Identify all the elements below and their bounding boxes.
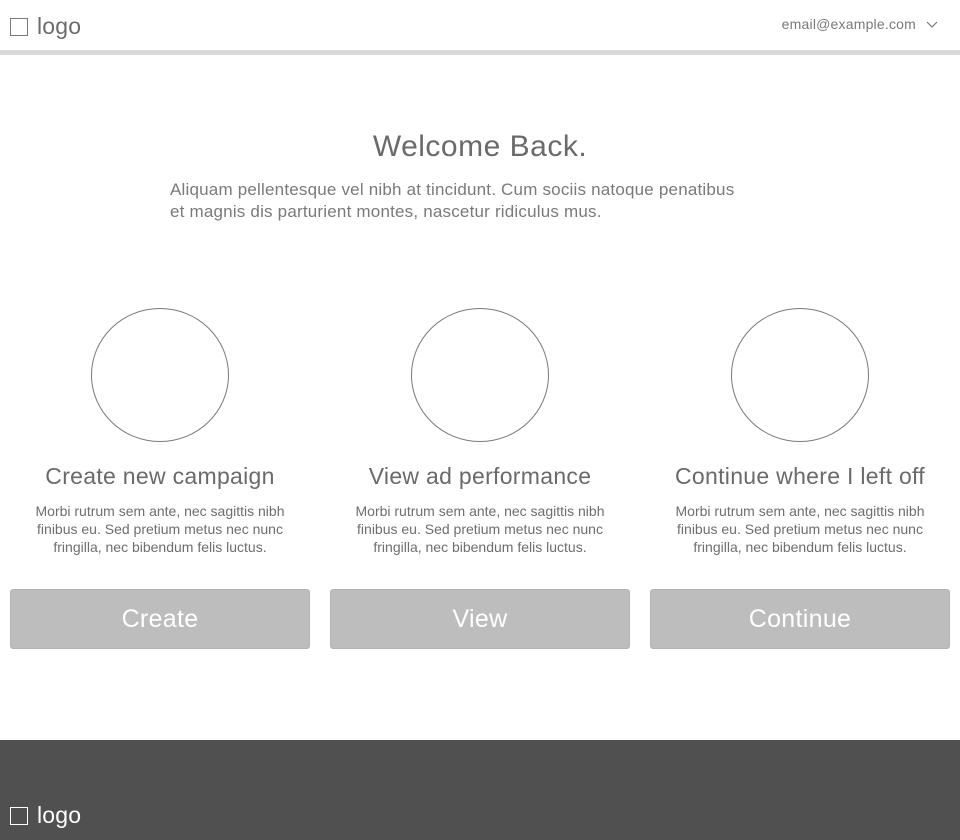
continue-button[interactable]: Continue — [650, 589, 950, 649]
card-description: Morbi rutrum sem ante, nec sagittis nibh… — [35, 503, 285, 555]
continue-card: Continue where I left off Morbi rutrum s… — [650, 308, 950, 556]
footer-logo-text: logo — [37, 802, 82, 828]
page-subtitle-line-1: Aliquam pellentesque vel nibh at tincidu… — [170, 180, 735, 199]
circle-placeholder-icon — [91, 308, 229, 442]
create-campaign-card: Create new campaign Morbi rutrum sem ant… — [10, 308, 310, 556]
card-description: Morbi rutrum sem ante, nec sagittis nibh… — [355, 503, 605, 555]
logo-square-icon — [10, 17, 28, 36]
page-title: Welcome Back. — [372, 130, 588, 163]
view-performance-card: View ad performance Morbi rutrum sem ant… — [330, 308, 630, 556]
footer: logo — [0, 740, 960, 840]
logo-square-icon — [10, 806, 28, 825]
create-button[interactable]: Create — [10, 589, 310, 649]
header-logo-text: logo — [37, 13, 82, 39]
account-menu[interactable]: email@example.com — [782, 16, 938, 32]
footer-logo[interactable]: logo — [10, 804, 81, 827]
page-subtitle: Aliquam pellentesque vel nibh at tincidu… — [170, 179, 790, 223]
account-email: email@example.com — [781, 16, 916, 32]
card-title: View ad performance — [368, 463, 592, 489]
view-button[interactable]: View — [330, 589, 630, 649]
card-description: Morbi rutrum sem ante, nec sagittis nibh… — [675, 503, 925, 555]
circle-placeholder-icon — [411, 308, 549, 442]
card-title: Continue where I left off — [675, 463, 925, 489]
header-logo[interactable]: logo — [10, 15, 81, 38]
top-header: logo email@example.com — [0, 0, 960, 50]
page-subtitle-line-2: et magnis dis parturient montes, nascetu… — [170, 202, 602, 221]
circle-placeholder-icon — [731, 308, 869, 442]
card-title: Create new campaign — [45, 463, 275, 489]
header-divider — [0, 50, 960, 55]
chevron-down-icon — [926, 21, 938, 28]
